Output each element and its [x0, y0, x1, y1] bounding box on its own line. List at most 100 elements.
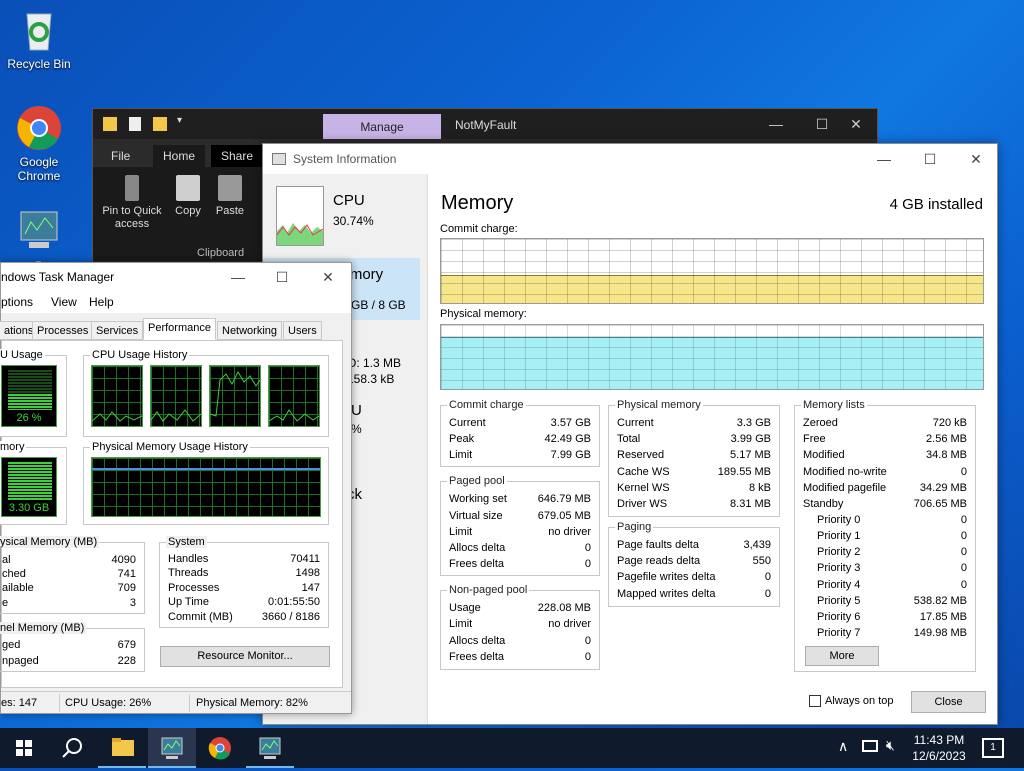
stat-row: Cache WS 189.55 MB [617, 464, 771, 480]
close-icon[interactable]: ✕ [953, 144, 999, 174]
stat-label: Frees delta [449, 558, 505, 570]
stat-row: Priority 6 17.85 MB [817, 609, 967, 625]
stat-value: 646.79 MB [537, 493, 591, 505]
tab-services[interactable]: Services [91, 321, 144, 340]
taskbar-file-explorer[interactable] [98, 728, 146, 768]
copy-button[interactable]: Copy [171, 175, 205, 218]
system-information-window[interactable]: System Information — ☐ ✕ CPU 30.74% Memo… [262, 143, 998, 725]
stat-row: Priority 1 0 [817, 528, 967, 544]
cpu-sparkline [276, 186, 324, 246]
folder-icon[interactable] [153, 117, 167, 131]
stat-row: Zeroed 720 kB [803, 415, 967, 431]
stat-row: Current 3.57 GB [449, 415, 591, 431]
stat-row: npaged 228 [2, 653, 136, 669]
paste-button[interactable]: Paste [213, 175, 247, 218]
close-button[interactable]: Close [911, 691, 986, 713]
clock[interactable]: 11:43 PM 12/6/2023 [904, 732, 974, 764]
stat-label: Priority 4 [817, 579, 861, 591]
stat-label: Current [617, 417, 654, 429]
stat-value: 228.08 MB [537, 602, 591, 614]
sysinfo-titlebar[interactable]: System Information — ☐ ✕ [263, 144, 997, 174]
grid-overlay [441, 325, 983, 389]
stat-row: Limit no driver [449, 524, 591, 540]
memory-history-graph [91, 457, 321, 517]
stat-label: Priority 3 [817, 562, 861, 574]
desktop-icon-recycle-bin[interactable]: Recycle Bin [2, 6, 76, 71]
stat-value: 0 [764, 588, 771, 600]
cpu-label: CPU [333, 192, 365, 209]
pin-quick-access-button[interactable]: Pin to Quick access [97, 175, 167, 231]
taskbar-sysinfo[interactable] [246, 728, 294, 768]
minimize-icon[interactable]: — [215, 263, 261, 291]
tab-networking[interactable]: Networking [217, 321, 283, 340]
network-icon[interactable] [862, 740, 878, 752]
tab-performance[interactable]: Performance [143, 318, 216, 340]
stat-row: Page faults delta 3,439 [617, 537, 771, 553]
stat-row: Standby 706.65 MB [803, 496, 967, 512]
stat-row: Allocs delta 0 [449, 633, 591, 649]
stat-value: 0 [960, 530, 967, 542]
cpu-usage-value: 26 % [16, 412, 42, 424]
task-manager-titlebar[interactable]: ndows Task Manager — ☐ ✕ [1, 263, 351, 291]
always-on-top-label[interactable]: Always on top [825, 695, 893, 707]
desktop-icon-label: Recycle Bin [7, 57, 71, 71]
stat-value: 720 kB [932, 417, 967, 429]
sidebar-item-cpu[interactable]: CPU 30.74% [263, 180, 428, 252]
close-icon[interactable]: ✕ [833, 109, 879, 139]
start-button[interactable] [0, 728, 48, 768]
maximize-icon[interactable]: ☐ [259, 263, 305, 291]
stat-row: ailable 709 [2, 580, 136, 596]
windows-logo-icon [16, 740, 32, 756]
more-button[interactable]: More [805, 646, 879, 666]
search-button[interactable] [48, 728, 96, 768]
stat-label: Pagefile writes delta [617, 571, 716, 583]
menu-help[interactable]: Help [89, 295, 114, 309]
stat-value: 706.65 MB [913, 498, 967, 510]
stat-value: 0 [960, 514, 967, 526]
tab-users[interactable]: Users [283, 321, 322, 340]
memory-lists-group: Memory lists Zeroed 720 kB Free 2.56 MB Mo… [794, 399, 976, 672]
maximize-icon[interactable]: ☐ [907, 144, 953, 174]
chevron-down-icon[interactable]: ▾ [177, 115, 182, 126]
stat-row: Peak 42.49 GB [449, 431, 591, 447]
tab-share[interactable]: Share [211, 145, 264, 167]
close-icon[interactable]: ✕ [305, 263, 351, 291]
menu-options[interactable]: ptions [1, 295, 33, 309]
stat-label: Virtual size [449, 510, 503, 522]
resource-monitor-button[interactable]: Resource Monitor... [160, 646, 330, 667]
stat-value: 42.49 GB [544, 433, 591, 445]
taskbar-chrome[interactable] [196, 728, 244, 768]
stat-value: 3 [129, 597, 136, 609]
always-on-top-checkbox[interactable] [809, 695, 821, 707]
menu-view[interactable]: View [51, 295, 77, 309]
tab-processes[interactable]: Processes [32, 321, 94, 340]
app-icon [272, 153, 286, 165]
stat-value: 0 [764, 571, 771, 583]
stat-label: Limit [449, 449, 473, 461]
task-manager-window[interactable]: ndows Task Manager — ☐ ✕ ptions View Hel… [0, 262, 352, 714]
memory-meter-bars [8, 462, 52, 500]
folder-icon [103, 117, 117, 131]
stat-value: 3660 / 8186 [261, 611, 320, 623]
stat-label: Priority 0 [817, 514, 861, 526]
taskbar-task-manager[interactable] [148, 728, 196, 768]
tab-file[interactable]: File [101, 145, 140, 167]
stat-label: Total [617, 433, 641, 445]
stat-value: 17.85 MB [919, 611, 967, 623]
tab-home[interactable]: Home [153, 145, 206, 167]
grid-overlay [441, 239, 983, 303]
explorer-titlebar[interactable]: ▾ Manage NotMyFault — ☐ ✕ [93, 109, 879, 140]
notification-button[interactable]: 1 [982, 738, 1004, 758]
manage-tab[interactable]: Manage [323, 114, 441, 140]
desktop-icon-google-chrome[interactable]: Google Chrome [2, 104, 76, 183]
minimize-icon[interactable]: — [753, 109, 799, 139]
memory-value: GB / 8 GB [351, 298, 406, 312]
group-title: Memory lists [801, 399, 867, 411]
memory-usage-value: 3.30 GB [8, 502, 50, 514]
volume-muted-icon[interactable]: 🔇︎ [886, 737, 895, 754]
memory-history-line [92, 468, 320, 470]
minimize-icon[interactable]: — [861, 144, 907, 174]
checklist-icon[interactable] [129, 117, 141, 131]
memory-meter: 3.30 GB [1, 457, 57, 517]
chevron-up-icon[interactable]: ∧ [838, 738, 848, 755]
